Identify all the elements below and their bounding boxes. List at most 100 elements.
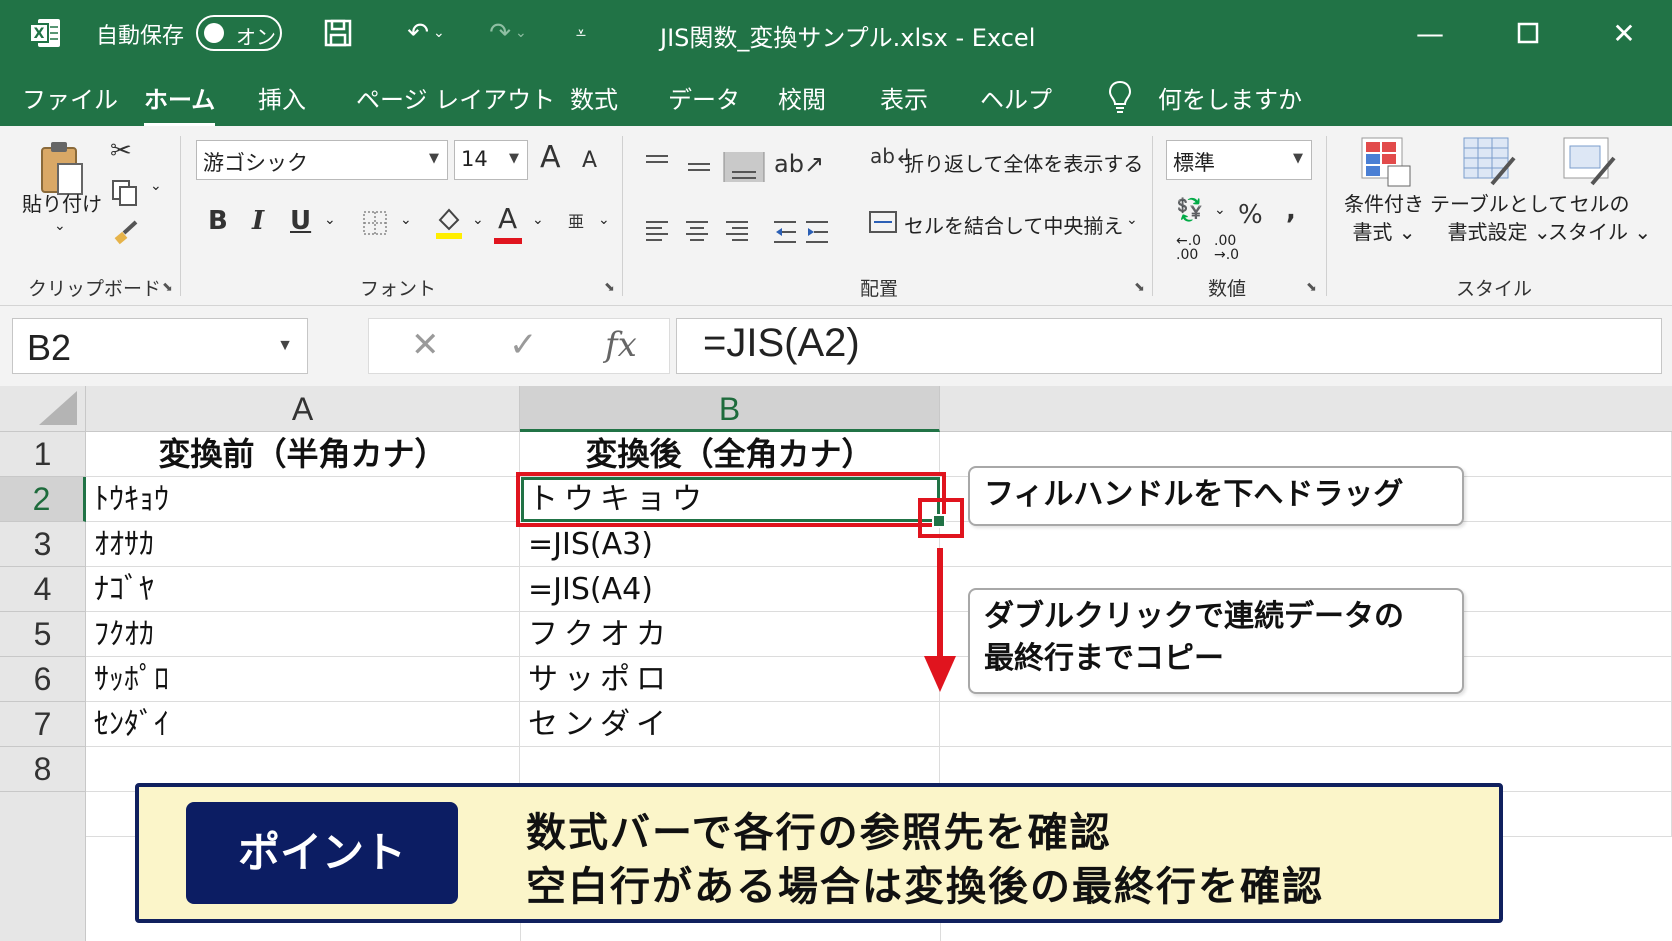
font-color-dropdown-icon[interactable]: ⌄: [532, 212, 544, 228]
tab-formulas[interactable]: 数式: [570, 80, 618, 115]
wrap-text-button[interactable]: 折り返して全体を表示する: [904, 148, 1143, 177]
increase-decimal-icon[interactable]: ←.0.00: [1176, 234, 1201, 262]
name-box-value: B2: [27, 327, 72, 368]
accounting-format-icon[interactable]: 💱: [1176, 198, 1203, 223]
row-header-3[interactable]: 3: [0, 522, 86, 567]
merge-dropdown-icon[interactable]: ⌄: [1126, 212, 1138, 228]
clipboard-launcher-icon[interactable]: ⬊: [162, 280, 173, 295]
paste-dropdown-icon[interactable]: ⌄: [54, 218, 66, 234]
minimize-icon[interactable]: —: [1410, 14, 1450, 52]
tab-view[interactable]: 表示: [880, 80, 928, 115]
redo-icon[interactable]: ↷ ⌄: [480, 14, 536, 52]
fill-color-icon[interactable]: [434, 204, 464, 240]
maximize-icon[interactable]: [1508, 14, 1548, 52]
row-header-5[interactable]: 5: [0, 612, 86, 657]
formula-buttons: ✕ ✓ fx: [368, 318, 670, 374]
number-launcher-icon[interactable]: ⬊: [1306, 280, 1317, 295]
borders-icon[interactable]: [362, 210, 388, 236]
close-icon[interactable]: ✕: [1604, 14, 1644, 52]
save-icon[interactable]: [318, 14, 358, 52]
decrease-decimal-icon[interactable]: .00 →.0: [1214, 234, 1239, 262]
row-header-6[interactable]: 6: [0, 657, 86, 702]
fill-color-dropdown-icon[interactable]: ⌄: [472, 212, 484, 228]
shrink-font-icon[interactable]: A: [582, 148, 597, 173]
cell-b3[interactable]: =JIS(A3): [520, 522, 940, 567]
horizontal-align-icons[interactable]: [642, 218, 832, 246]
font-color-icon[interactable]: A: [498, 202, 517, 235]
cell-a6[interactable]: ｻｯﾎﾟﾛ: [86, 657, 520, 702]
paste-label[interactable]: 貼り付け: [22, 188, 102, 217]
document-title: JIS関数_変換サンプル.xlsx - Excel: [660, 24, 1036, 52]
autosave-toggle[interactable]: オン: [196, 15, 282, 51]
column-header-a[interactable]: A: [86, 386, 520, 432]
font-name-select[interactable]: 游ゴシック ▼: [196, 140, 448, 180]
italic-icon[interactable]: I: [252, 206, 264, 236]
cell-a4[interactable]: ﾅｺﾞﾔ: [86, 567, 520, 612]
cell-a3[interactable]: ｵｵｻｶ: [86, 522, 520, 567]
phonetic-dropdown-icon[interactable]: ⌄: [598, 212, 610, 228]
cell-b4[interactable]: =JIS(A4): [520, 567, 940, 612]
column-header-c[interactable]: [940, 386, 1672, 432]
underline-icon[interactable]: U: [290, 206, 311, 236]
tab-home[interactable]: ホーム: [144, 80, 216, 127]
name-box[interactable]: B2 ▼: [12, 318, 308, 374]
font-size-select[interactable]: 14 ▼: [454, 140, 528, 180]
row-header-7[interactable]: 7: [0, 702, 86, 747]
alignment-launcher-icon[interactable]: ⬊: [1134, 280, 1145, 295]
cut-icon[interactable]: ✂: [110, 136, 132, 166]
row-header-2[interactable]: 2: [0, 477, 86, 522]
cell-b1[interactable]: 変換後（全角カナ）: [520, 432, 940, 477]
format-painter-icon[interactable]: [112, 218, 140, 246]
tab-insert[interactable]: 挿入: [258, 80, 306, 115]
customize-qat-icon[interactable]: ⩡: [568, 14, 594, 52]
vertical-align-icons[interactable]: [642, 152, 772, 182]
accounting-dropdown-icon[interactable]: ⌄: [1214, 202, 1226, 218]
cell-a1[interactable]: 変換前（半角カナ）: [86, 432, 520, 477]
cell-c7[interactable]: [940, 702, 1672, 747]
underline-dropdown-icon[interactable]: ⌄: [324, 212, 336, 228]
font-launcher-icon[interactable]: ⬊: [604, 280, 615, 295]
cell-styles-icon[interactable]: [1562, 136, 1618, 188]
merge-center-button[interactable]: セルを結合して中央揃え: [904, 210, 1123, 239]
formula-input[interactable]: =JIS(A2): [676, 318, 1662, 374]
tell-me-box[interactable]: 何をしますか: [1158, 80, 1302, 115]
cell-a2[interactable]: ﾄｳｷｮｳ: [86, 477, 520, 522]
borders-dropdown-icon[interactable]: ⌄: [400, 212, 412, 228]
formula-bar: B2 ▼ ✕ ✓ fx =JIS(A2): [0, 306, 1672, 386]
tab-file[interactable]: ファイル: [22, 80, 118, 115]
conditional-formatting-label[interactable]: 条件付き 書式 ⌄: [1344, 190, 1424, 246]
bold-icon[interactable]: B: [208, 206, 228, 236]
cell-b6[interactable]: サッポロ: [520, 657, 940, 702]
cell-b7[interactable]: センダイ: [520, 702, 940, 747]
tab-help[interactable]: ヘルプ: [980, 80, 1052, 115]
enter-icon[interactable]: ✓: [509, 325, 538, 365]
orientation-icon[interactable]: ab↗: [774, 150, 824, 178]
point-badge: ポイント: [186, 802, 458, 904]
insert-function-icon[interactable]: fx: [605, 325, 637, 365]
tab-page-layout[interactable]: ページ レイアウト: [356, 80, 555, 115]
cell-a5[interactable]: ﾌｸｵｶ: [86, 612, 520, 657]
select-all-corner[interactable]: [0, 386, 86, 432]
cell-c3[interactable]: [940, 522, 1672, 567]
column-header-b[interactable]: B: [520, 386, 940, 432]
cancel-icon[interactable]: ✕: [411, 325, 440, 365]
percent-icon[interactable]: %: [1238, 200, 1263, 230]
phonetic-icon[interactable]: 亜: [568, 208, 584, 232]
tab-review[interactable]: 校閲: [778, 80, 826, 115]
row-header-8[interactable]: 8: [0, 747, 86, 792]
row-header-1[interactable]: 1: [0, 432, 86, 477]
copy-dropdown-icon[interactable]: ⌄: [150, 178, 162, 194]
tab-data[interactable]: データ: [668, 80, 740, 115]
row-header-4[interactable]: 4: [0, 567, 86, 612]
comma-icon[interactable]: ,: [1286, 196, 1296, 226]
undo-icon[interactable]: ↶ ⌄: [398, 14, 454, 52]
format-as-table-icon[interactable]: [1462, 136, 1518, 188]
number-format-select[interactable]: 標準 ▼: [1166, 140, 1312, 180]
cell-a7[interactable]: ｾﾝﾀﾞｲ: [86, 702, 520, 747]
grow-font-icon[interactable]: A: [540, 140, 561, 175]
cell-b5[interactable]: フクオカ: [520, 612, 940, 657]
cell-styles-label[interactable]: セルの スタイル ⌄: [1548, 190, 1651, 246]
conditional-formatting-icon[interactable]: [1360, 136, 1412, 188]
copy-icon[interactable]: [110, 178, 140, 208]
merge-center-icon[interactable]: [868, 208, 898, 236]
